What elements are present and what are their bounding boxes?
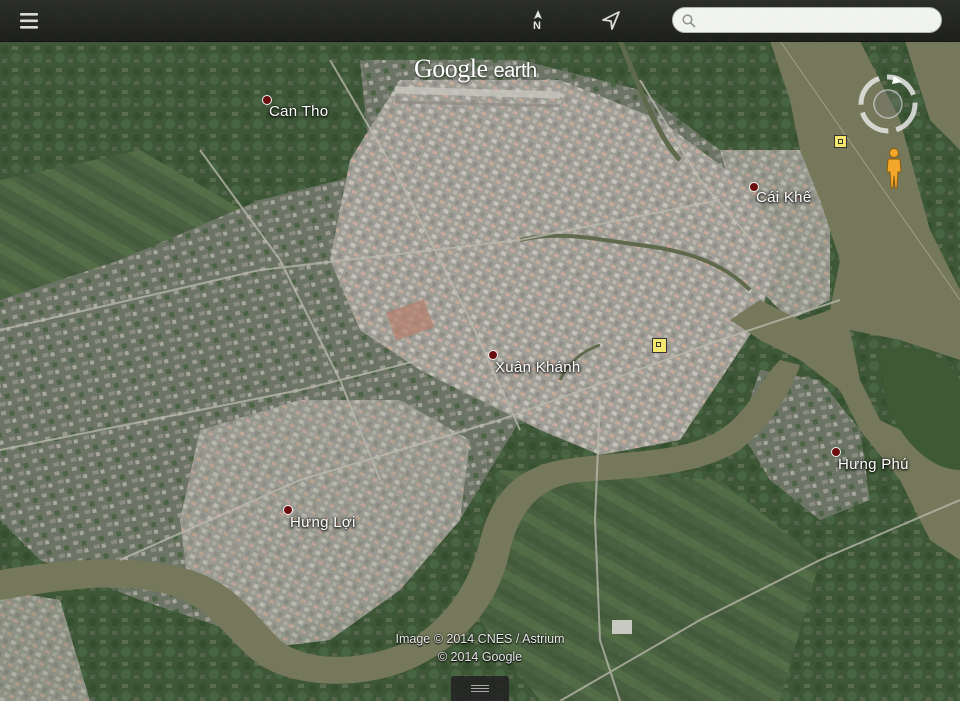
map-viewport[interactable]: Google earth Can Tho Cái Khế Xuân Khánh … xyxy=(0,0,960,701)
top-toolbar: N xyxy=(0,0,960,42)
compass-icon[interactable] xyxy=(856,72,920,136)
place-label: Can Tho xyxy=(269,103,329,120)
google-earth-logo: Google earth xyxy=(414,54,537,84)
drawer-handle[interactable] xyxy=(451,676,509,701)
satellite-map[interactable] xyxy=(0,0,960,701)
pegman-icon[interactable] xyxy=(884,148,904,190)
search-field[interactable] xyxy=(672,7,942,33)
place-label: Cái Khế xyxy=(756,189,812,206)
north-button[interactable]: N xyxy=(526,8,550,34)
place-label: Xuân Khánh xyxy=(495,359,581,376)
place-label: Hưng Phú xyxy=(838,456,909,473)
poi-square-icon[interactable] xyxy=(652,338,667,353)
north-label: N xyxy=(533,20,541,32)
credits-line-1: Image © 2014 CNES / Astrium xyxy=(395,632,565,646)
place-label: Hưng Lợi xyxy=(290,514,356,531)
location-arrow-icon[interactable] xyxy=(598,8,624,34)
poi-square-icon[interactable] xyxy=(834,135,847,148)
imagery-credits: Image © 2014 CNES / Astrium © 2014 Googl… xyxy=(300,630,660,666)
credits-line-2: © 2014 Google xyxy=(437,650,523,664)
logo-earth: earth xyxy=(493,60,538,82)
search-input[interactable] xyxy=(701,11,931,29)
search-icon xyxy=(682,14,696,28)
logo-google: Google xyxy=(414,54,488,83)
menu-icon[interactable] xyxy=(12,10,46,32)
